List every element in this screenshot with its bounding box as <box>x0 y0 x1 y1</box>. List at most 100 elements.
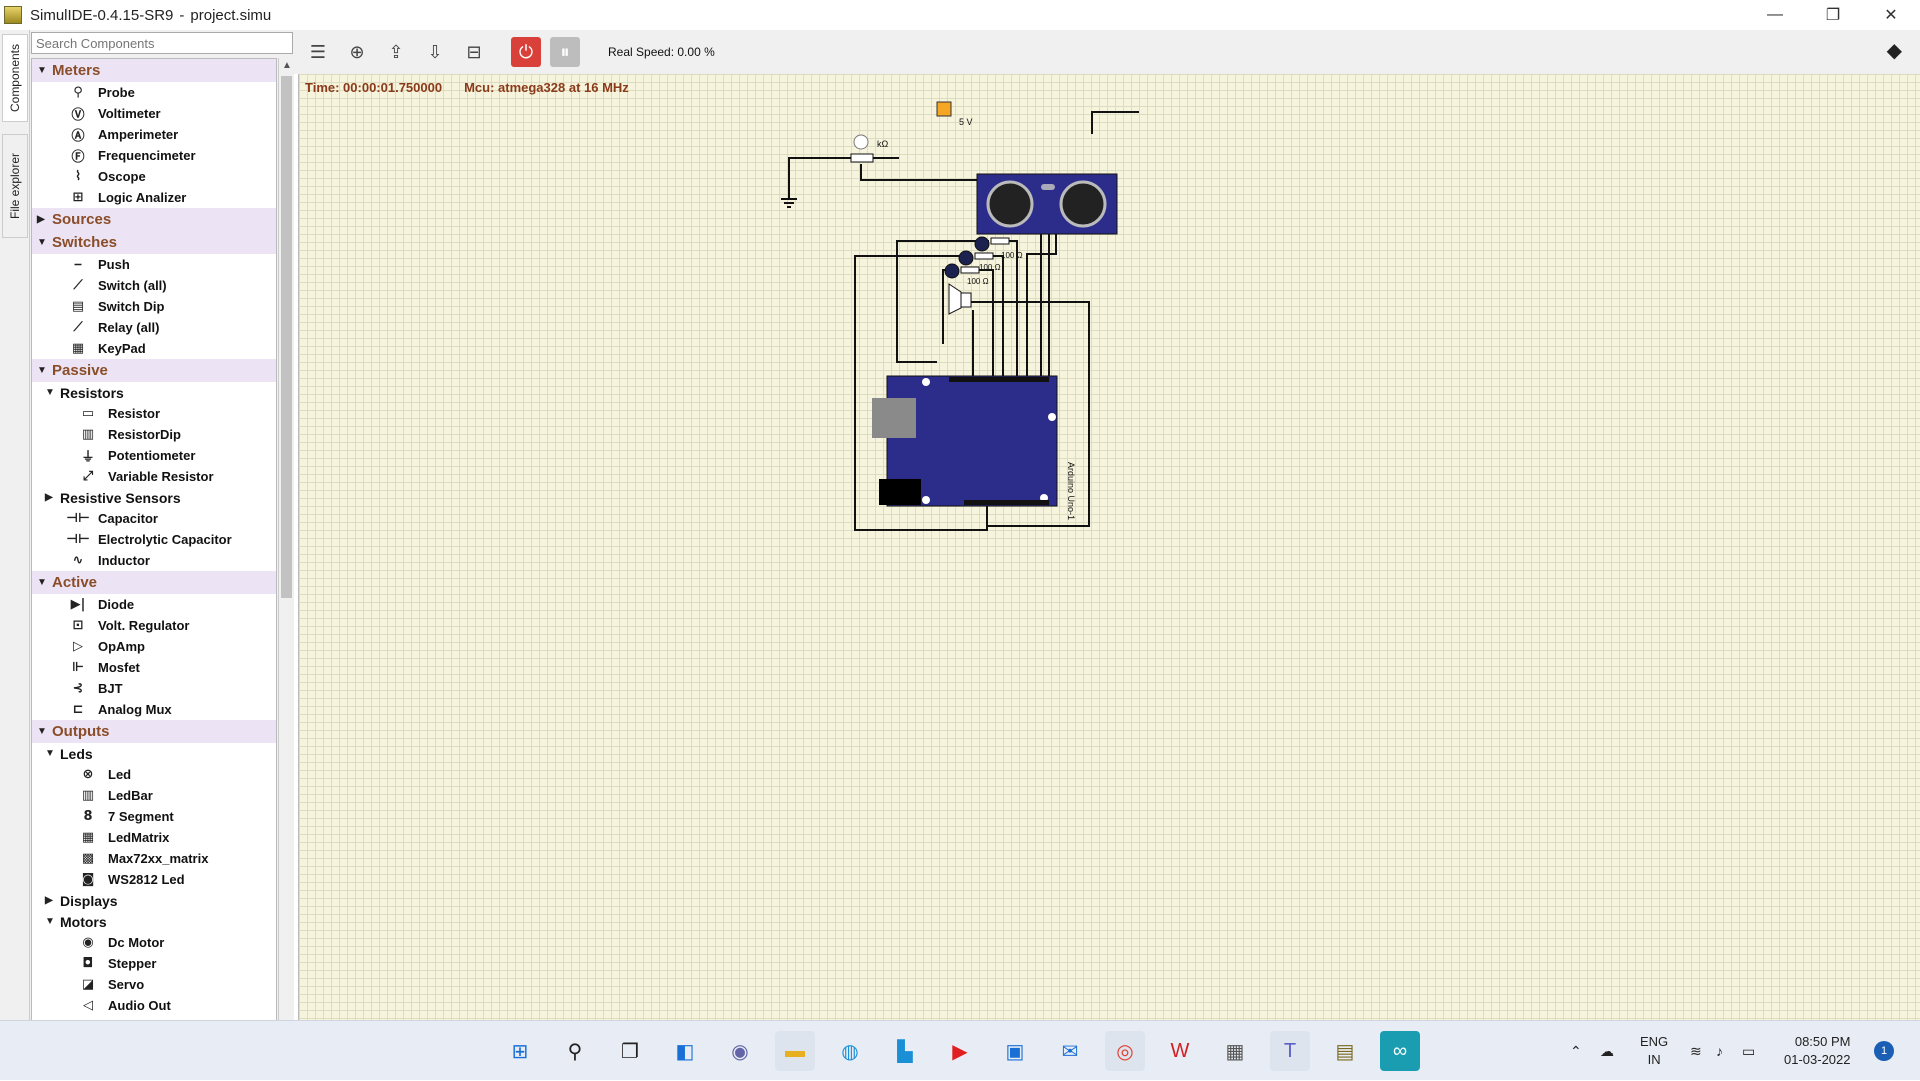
chat-button[interactable]: ◉ <box>720 1031 760 1071</box>
component-opamp[interactable]: ▷ OpAmp <box>32 636 276 657</box>
language-indicator[interactable]: ENG IN <box>1640 1033 1668 1069</box>
component-push[interactable]: ⎯ Push <box>32 254 276 275</box>
component-bjt[interactable]: ⊰ BJT <box>32 678 276 699</box>
volume-tray[interactable]: ♪ <box>1716 1021 1723 1081</box>
save-as-button[interactable]: ⊟ <box>459 37 489 67</box>
component-servo[interactable]: ◪ Servo <box>32 974 276 995</box>
component-potentiometer[interactable]: ⏚ Potentiometer <box>32 445 276 466</box>
subcategory-label: Leds <box>60 745 93 762</box>
category-switches[interactable]: ▼ Switches <box>32 231 276 254</box>
menu-button[interactable]: ☰ <box>303 37 333 67</box>
start-button[interactable]: ⊞ <box>500 1031 540 1071</box>
component-ledmatrix[interactable]: ▦ LedMatrix <box>32 827 276 848</box>
task-view-button[interactable]: ❐ <box>610 1031 650 1071</box>
edge-taskbar[interactable]: ◍ <box>830 1031 870 1071</box>
notification-badge[interactable]: 1 <box>1874 1041 1894 1061</box>
pause-button[interactable]: ⏸ <box>550 37 580 67</box>
inductor-icon: ∿ <box>72 553 84 568</box>
component-amperimeter[interactable]: Ⓐ Amperimeter <box>32 124 276 145</box>
component-variable-resistor[interactable]: ⤢ Variable Resistor <box>32 466 276 487</box>
chrome-taskbar[interactable]: ◎ <box>1105 1031 1145 1071</box>
new-circuit-button[interactable]: ⊕ <box>342 37 372 67</box>
component-ledbar[interactable]: ▥ LedBar <box>32 785 276 806</box>
clock[interactable]: 08:50 PM 01-03-2022 <box>1784 1033 1851 1069</box>
simulide-taskbar[interactable]: ▤ <box>1325 1031 1365 1071</box>
subcategory-leds[interactable]: ▼ Leds <box>32 743 276 764</box>
component-frequencimeter[interactable]: Ⓕ Frequencimeter <box>32 145 276 166</box>
component-switch[interactable]: ⟋ Switch (all) <box>32 275 276 296</box>
category-active[interactable]: ▼ Active <box>32 571 276 594</box>
component-ws2812-led[interactable]: ◙ WS2812 Led <box>32 869 276 890</box>
component-analog-mux[interactable]: ⊏ Analog Mux <box>32 699 276 720</box>
simulide-app-icon <box>4 6 22 24</box>
component-logic-analizer[interactable]: ⊞ Logic Analizer <box>32 187 276 208</box>
close-button[interactable]: ✕ <box>1862 0 1920 30</box>
component-label: Resistor <box>108 406 161 421</box>
component-resistordip[interactable]: ▥ ResistorDip <box>32 424 276 445</box>
battery-tray[interactable]: ▭ <box>1742 1021 1755 1081</box>
open-circuit-button[interactable]: ⇪ <box>381 37 411 67</box>
component-capacitor[interactable]: ⊣⊢ Capacitor <box>32 508 276 529</box>
youtube-taskbar[interactable]: ▶ <box>940 1031 980 1071</box>
leds-and-resistors[interactable]: 100 Ω 100 Ω 100 Ω <box>944 236 1023 286</box>
wifi-tray[interactable]: ≋ <box>1690 1021 1702 1081</box>
file-explorer-taskbar[interactable]: ▬ <box>775 1031 815 1071</box>
ultrasonic-sensor[interactable] <box>976 173 1118 235</box>
save-circuit-button[interactable]: ⇩ <box>420 37 450 67</box>
component-label: Diode <box>98 597 135 612</box>
component-probe[interactable]: ⚲ Probe <box>32 82 276 103</box>
buzzer[interactable] <box>948 283 972 315</box>
calculator-taskbar[interactable]: ▦ <box>1215 1031 1255 1071</box>
teams-taskbar[interactable]: T <box>1270 1031 1310 1071</box>
component-stepper[interactable]: ◘ Stepper <box>32 953 276 974</box>
component-audio-out[interactable]: ◁ Audio Out <box>32 995 276 1016</box>
component-mosfet[interactable]: ⊩ Mosfet <box>32 657 276 678</box>
category-meters[interactable]: ▼ Meters <box>32 59 276 82</box>
component-switch-dip[interactable]: ▤ Switch Dip <box>32 296 276 317</box>
subcategory-motors[interactable]: ▼ Motors <box>32 911 276 932</box>
arduino-uno-board[interactable]: Arduino Uno-1 <box>872 375 1076 520</box>
widgets-button[interactable]: ◧ <box>665 1031 705 1071</box>
minimize-button[interactable]: — <box>1746 0 1804 30</box>
component-relay[interactable]: ⟋ Relay (all) <box>32 317 276 338</box>
mail-taskbar[interactable]: ✉ <box>1050 1031 1090 1071</box>
component-electrolytic-capacitor[interactable]: ⊣⊢ Electrolytic Capacitor <box>32 529 276 550</box>
onedrive-tray[interactable]: ☁ <box>1600 1021 1614 1081</box>
circuit-canvas[interactable]: Time: 00:00:01.750000 Mcu: atmega328 at 1… <box>298 74 1920 1020</box>
wps-taskbar[interactable]: W <box>1160 1031 1200 1071</box>
info-menu-icon[interactable]: ◆ <box>1887 38 1902 63</box>
component-diode[interactable]: ▶| Diode <box>32 594 276 615</box>
component-inductor[interactable]: ∿ Inductor <box>32 550 276 571</box>
component-volt-regulator[interactable]: ⊡ Volt. Regulator <box>32 615 276 636</box>
tray-overflow[interactable]: ⌃ <box>1570 1021 1582 1081</box>
resistor2-label: 100 Ω <box>979 263 1001 272</box>
subcategory-resistive-sensors[interactable]: ▶ Resistive Sensors <box>32 487 276 508</box>
tab-file-explorer[interactable]: File explorer <box>2 134 28 238</box>
category-outputs[interactable]: ▼ Outputs <box>32 720 276 743</box>
power-supply-5v[interactable] <box>936 101 952 117</box>
component-voltimeter[interactable]: Ⓥ Voltimeter <box>32 103 276 124</box>
component-keypad[interactable]: ▦ KeyPad <box>32 338 276 359</box>
scroll-thumb[interactable] <box>281 76 292 598</box>
subcategory-resistors[interactable]: ▼ Resistors <box>32 382 276 403</box>
maximize-button[interactable]: ❐ <box>1804 0 1862 30</box>
component-max72xx-matrix[interactable]: ▩ Max72xx_matrix <box>32 848 276 869</box>
scroll-up-arrow-icon[interactable]: ▲ <box>282 60 292 71</box>
store-taskbar[interactable]: ▣ <box>995 1031 1035 1071</box>
tree-scrollbar[interactable]: ▲ ▼ <box>278 58 294 1046</box>
component-led[interactable]: ⊗ Led <box>32 764 276 785</box>
component-resistor[interactable]: ▭ Resistor <box>32 403 276 424</box>
component-oscope[interactable]: ⌇ Oscope <box>32 166 276 187</box>
arduino-ide-taskbar[interactable]: ∞ <box>1380 1031 1420 1071</box>
subcategory-displays[interactable]: ▶ Displays <box>32 890 276 911</box>
tab-components[interactable]: Components <box>2 34 28 122</box>
category-passive[interactable]: ▼ Passive <box>32 359 276 382</box>
search-input[interactable] <box>31 32 293 54</box>
component-7-segment[interactable]: 8 7 Segment <box>32 806 276 827</box>
app-l-taskbar[interactable]: ▙ <box>885 1031 925 1071</box>
collapse-arrow-icon: ▼ <box>37 65 47 76</box>
category-sources[interactable]: ▶ Sources <box>32 208 276 231</box>
search-taskbar-button[interactable]: ⚲ <box>555 1031 595 1071</box>
power-button[interactable]: ⏻ <box>511 37 541 67</box>
component-dc-motor[interactable]: ◉ Dc Motor <box>32 932 276 953</box>
